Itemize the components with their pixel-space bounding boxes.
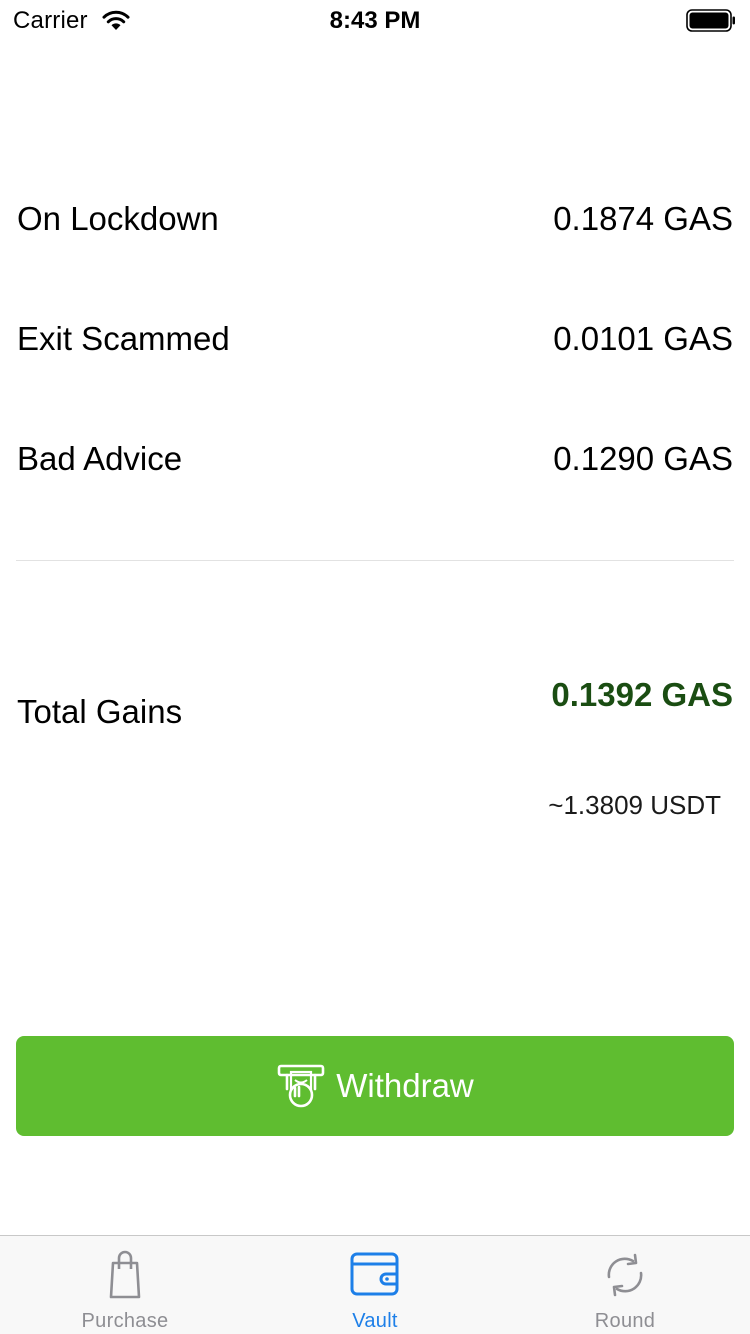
total-usdt-value: ~1.3809 USDT [548, 790, 721, 820]
balance-value: 0.0101 GAS [553, 320, 733, 357]
balance-label: Exit Scammed [17, 320, 230, 357]
total-gains-value: 0.1392 GAS [551, 676, 733, 713]
battery-icon [686, 9, 735, 32]
tab-bar: Purchase Vault Round [0, 1235, 750, 1334]
tab-label: Vault [352, 1310, 398, 1332]
shopping-bag-icon [109, 1250, 141, 1299]
withdraw-button-label: Withdraw [336, 1067, 474, 1104]
refresh-icon [607, 1253, 643, 1297]
wallet-icon [350, 1252, 399, 1296]
withdraw-button[interactable]: Withdraw [16, 1036, 734, 1136]
balance-value: 0.1874 GAS [553, 200, 733, 237]
tab-label: Round [594, 1310, 656, 1332]
tab-purchase[interactable]: Purchase [0, 1236, 250, 1334]
status-bar: Carrier 8:43 PM [0, 0, 750, 40]
tab-vault[interactable]: Vault [250, 1236, 500, 1334]
balance-label: On Lockdown [17, 200, 219, 237]
total-gains-label: Total Gains [17, 693, 183, 730]
vault-screen: Carrier 8:43 PM On Lockdown 0.1874 GAS E… [0, 0, 750, 1334]
tab-label: Purchase [81, 1310, 169, 1332]
divider [16, 560, 734, 561]
withdraw-cash-icon [277, 1064, 325, 1108]
tab-round[interactable]: Round [500, 1236, 750, 1334]
balance-value: 0.1290 GAS [553, 440, 733, 477]
clock: 8:43 PM [329, 7, 421, 34]
balance-label: Bad Advice [17, 440, 183, 477]
